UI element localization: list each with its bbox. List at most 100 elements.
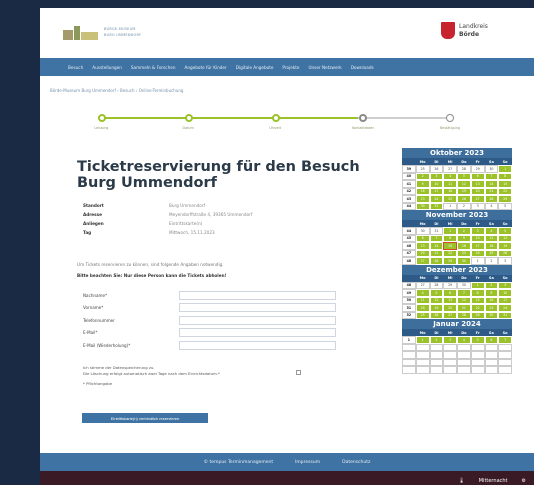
nav-item[interactable]: Projekte bbox=[282, 65, 299, 70]
calendar-day[interactable]: 25 bbox=[415, 165, 430, 173]
calendar-day[interactable]: 9 bbox=[457, 234, 471, 242]
calendar-day[interactable]: 26 bbox=[429, 165, 444, 173]
calendar-day[interactable] bbox=[429, 343, 444, 351]
calendar-day[interactable]: 14 bbox=[429, 242, 444, 250]
calendar-day[interactable]: 6 bbox=[443, 289, 457, 297]
calendar-day[interactable]: 7 bbox=[498, 336, 512, 344]
calendar-day[interactable]: 18 bbox=[484, 242, 499, 250]
footer-link[interactable]: Impressum bbox=[295, 460, 320, 465]
weather-text[interactable]: Mitternacht bbox=[479, 478, 508, 484]
calendar-day[interactable]: 4 bbox=[484, 202, 499, 210]
calendar-day[interactable]: 24 bbox=[498, 304, 512, 312]
calendar-day[interactable]: 1 bbox=[498, 165, 512, 173]
calendar-day[interactable]: 29 bbox=[470, 165, 485, 173]
calendar-day[interactable]: 29 bbox=[470, 311, 485, 319]
calendar-day[interactable]: 6 bbox=[484, 336, 499, 344]
calendar-day[interactable]: 3 bbox=[470, 202, 485, 210]
calendar-day[interactable]: 2 bbox=[457, 227, 471, 235]
calendar-day[interactable]: 25 bbox=[415, 311, 430, 319]
calendar-day[interactable]: 31 bbox=[429, 227, 444, 235]
calendar-day[interactable] bbox=[443, 366, 457, 374]
calendar-day[interactable] bbox=[457, 366, 471, 374]
calendar-day[interactable]: 11 bbox=[415, 296, 430, 304]
museum-logo-icon[interactable] bbox=[62, 24, 100, 42]
calendar-day[interactable]: 21 bbox=[457, 304, 471, 312]
calendar-day[interactable]: 7 bbox=[429, 234, 444, 242]
calendar-day[interactable]: 8 bbox=[498, 172, 512, 180]
calendar-day[interactable] bbox=[457, 358, 471, 366]
reserve-button[interactable]: Eintrittskarte(n) verbindlich reserviere… bbox=[82, 413, 208, 423]
calendar-day[interactable]: 5 bbox=[457, 172, 471, 180]
calendar-day[interactable] bbox=[470, 358, 485, 366]
calendar-day[interactable]: 25 bbox=[484, 249, 499, 257]
calendar-day[interactable]: 12 bbox=[429, 296, 444, 304]
calendar-day[interactable]: 30 bbox=[415, 227, 430, 235]
calendar-day[interactable]: 2 bbox=[484, 281, 499, 289]
calendar-day[interactable]: 9 bbox=[484, 289, 499, 297]
calendar-day[interactable]: 15 bbox=[498, 180, 512, 188]
calendar-day[interactable] bbox=[470, 366, 485, 374]
calendar-day[interactable]: 4 bbox=[443, 172, 457, 180]
calendar-day[interactable]: 16 bbox=[484, 296, 499, 304]
calendar-day[interactable]: 4 bbox=[415, 289, 430, 297]
calendar-day[interactable]: 26 bbox=[429, 311, 444, 319]
calendar-day[interactable]: 27 bbox=[470, 195, 485, 203]
calendar-day[interactable] bbox=[415, 358, 430, 366]
calendar-day[interactable] bbox=[498, 351, 512, 359]
calendar-day[interactable]: 2 bbox=[415, 172, 430, 180]
calendar-day[interactable] bbox=[498, 358, 512, 366]
calendar-day[interactable]: 20 bbox=[443, 304, 457, 312]
calendar-day[interactable]: 7 bbox=[484, 172, 499, 180]
calendar-day[interactable]: 27 bbox=[415, 257, 430, 265]
calendar-day[interactable]: 14 bbox=[457, 296, 471, 304]
calendar-day[interactable]: 1 bbox=[470, 281, 485, 289]
calendar-day[interactable]: 31 bbox=[429, 202, 444, 210]
calendar-day[interactable]: 28 bbox=[484, 195, 499, 203]
calendar-day[interactable]: 20 bbox=[415, 249, 430, 257]
weather-icon[interactable]: 🌡 bbox=[458, 478, 464, 484]
calendar-day[interactable]: 30 bbox=[484, 165, 499, 173]
calendar-day[interactable] bbox=[415, 351, 430, 359]
calendar-day[interactable]: 19 bbox=[498, 242, 512, 250]
calendar-day[interactable]: 18 bbox=[415, 304, 430, 312]
calendar-day[interactable]: 15 bbox=[470, 296, 485, 304]
calendar-day[interactable]: 3 bbox=[498, 281, 512, 289]
calendar-day[interactable]: 2 bbox=[457, 202, 471, 210]
calendar-day[interactable] bbox=[498, 366, 512, 374]
calendar-day[interactable] bbox=[429, 358, 444, 366]
calendar-day[interactable]: 29 bbox=[498, 195, 512, 203]
calendar-day[interactable]: 28 bbox=[457, 165, 471, 173]
calendar-day[interactable]: 12 bbox=[457, 180, 471, 188]
lastname-input[interactable] bbox=[179, 290, 336, 300]
calendar-day[interactable]: 13 bbox=[415, 242, 430, 250]
calendar-day[interactable]: 17 bbox=[429, 187, 444, 195]
calendar-day[interactable]: 10 bbox=[470, 234, 485, 242]
calendar-day[interactable]: 13 bbox=[443, 296, 457, 304]
calendar-day[interactable]: 10 bbox=[498, 289, 512, 297]
firstname-input[interactable] bbox=[179, 303, 336, 313]
nav-item[interactable]: Besuch bbox=[68, 65, 83, 70]
calendar-day[interactable]: 29 bbox=[443, 281, 457, 289]
calendar-day[interactable]: 4 bbox=[457, 336, 471, 344]
footer-link[interactable]: © tempus Terminmanagement bbox=[204, 460, 273, 465]
calendar-day[interactable]: 10 bbox=[429, 180, 444, 188]
nav-item[interactable]: Ausstellungen bbox=[92, 65, 122, 70]
nav-item[interactable]: Downloads bbox=[351, 65, 374, 70]
calendar-day[interactable] bbox=[470, 351, 485, 359]
calendar-day[interactable]: 30 bbox=[484, 311, 499, 319]
calendar-day[interactable]: 12 bbox=[498, 234, 512, 242]
calendar-day[interactable]: 27 bbox=[443, 311, 457, 319]
calendar-day[interactable] bbox=[457, 343, 471, 351]
nav-item[interactable]: Angebote für Kinder bbox=[185, 65, 227, 70]
calendar-day[interactable]: 1 bbox=[443, 227, 457, 235]
calendar-day[interactable]: 30 bbox=[457, 257, 471, 265]
calendar-day[interactable]: 26 bbox=[498, 249, 512, 257]
calendar-day[interactable]: 21 bbox=[484, 187, 499, 195]
calendar-day[interactable]: 23 bbox=[457, 249, 471, 257]
calendar-day[interactable]: 19 bbox=[429, 304, 444, 312]
calendar-day[interactable]: 19 bbox=[457, 187, 471, 195]
calendar-day[interactable]: 28 bbox=[429, 257, 444, 265]
calendar-day[interactable]: 27 bbox=[443, 165, 457, 173]
privacy-checkbox[interactable] bbox=[296, 370, 301, 375]
calendar-day[interactable]: 1 bbox=[470, 257, 485, 265]
